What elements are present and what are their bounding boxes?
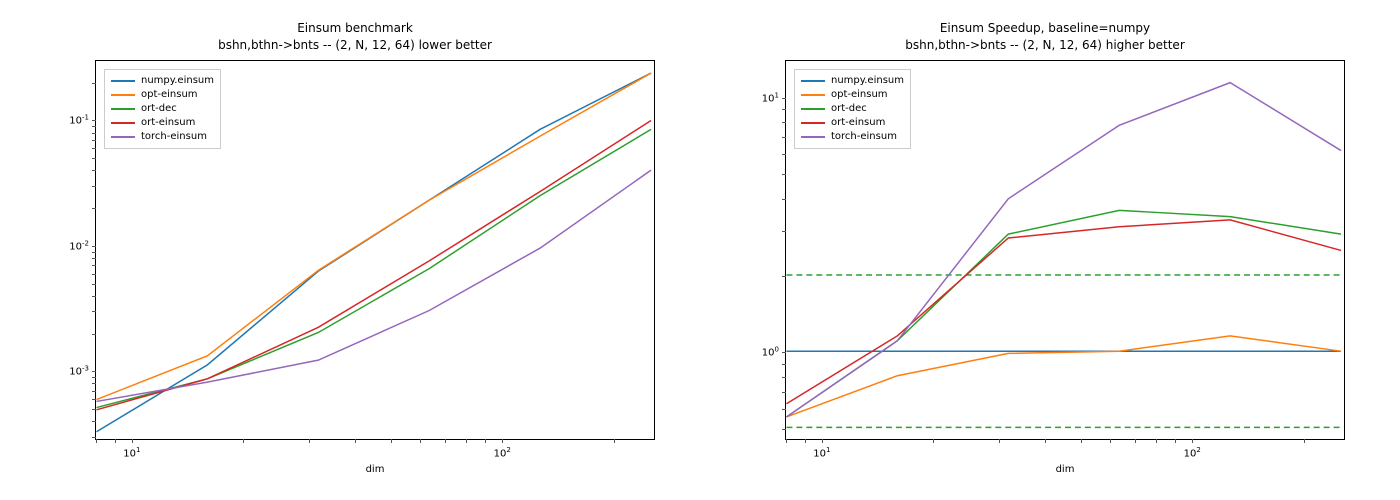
xtick-label: 101 <box>123 446 140 459</box>
plot-area-right: numpy.einsum opt-einsum ort-dec ort-einsum t… <box>785 60 1345 440</box>
legend-item: ort-dec <box>801 102 904 116</box>
chart-title-left: Einsum benchmarkbshn,bthn->bnts -- (2, N… <box>25 20 685 54</box>
legend-label: torch-einsum <box>831 131 897 142</box>
legend-swatch <box>111 94 135 96</box>
legend-swatch <box>111 80 135 82</box>
legend-label: opt-einsum <box>141 89 198 100</box>
ytick-label: 101 <box>762 91 779 104</box>
legend-swatch <box>111 122 135 124</box>
legend-swatch <box>111 136 135 138</box>
chart-benchmark: Einsum benchmarkbshn,bthn->bnts -- (2, N… <box>25 20 685 480</box>
legend-label: torch-einsum <box>141 131 207 142</box>
legend-swatch <box>801 108 825 110</box>
plot-area-left: numpy.einsum opt-einsum ort-dec ort-einsum t… <box>95 60 655 440</box>
legend-right: numpy.einsum opt-einsum ort-dec ort-einsum t… <box>794 69 911 149</box>
legend-swatch <box>111 108 135 110</box>
legend-item: torch-einsum <box>111 130 214 144</box>
ytick-label: 100 <box>762 346 779 359</box>
legend-item: ort-einsum <box>801 116 904 130</box>
legend-left: numpy.einsum opt-einsum ort-dec ort-einsum t… <box>104 69 221 149</box>
legend-label: ort-einsum <box>831 117 885 128</box>
xlabel-left: dim <box>95 464 655 475</box>
chart-title-right: Einsum Speedup, baseline=numpybshn,bthn-… <box>715 20 1375 54</box>
legend-label: numpy.einsum <box>141 75 214 86</box>
legend-swatch <box>801 122 825 124</box>
legend-item: opt-einsum <box>801 88 904 102</box>
legend-label: ort-dec <box>831 103 867 114</box>
legend-swatch <box>801 94 825 96</box>
legend-item: numpy.einsum <box>111 74 214 88</box>
legend-swatch <box>801 136 825 138</box>
xtick-label: 101 <box>813 446 830 459</box>
ytick-label: 10-1 <box>69 114 89 127</box>
legend-swatch <box>801 80 825 82</box>
legend-item: numpy.einsum <box>801 74 904 88</box>
xlabel-right: dim <box>785 464 1345 475</box>
chart-speedup: Einsum Speedup, baseline=numpybshn,bthn-… <box>715 20 1375 480</box>
xtick-label: 102 <box>1184 446 1201 459</box>
ytick-label: 10-3 <box>69 365 89 378</box>
legend-label: opt-einsum <box>831 89 888 100</box>
xtick-label: 102 <box>494 446 511 459</box>
series-line <box>786 220 1341 404</box>
legend-label: ort-einsum <box>141 117 195 128</box>
legend-item: ort-einsum <box>111 116 214 130</box>
series-line <box>786 335 1341 416</box>
legend-label: ort-dec <box>141 103 177 114</box>
legend-item: ort-dec <box>111 102 214 116</box>
series-line <box>96 129 651 407</box>
legend-item: torch-einsum <box>801 130 904 144</box>
ytick-label: 10-2 <box>69 239 89 252</box>
legend-item: opt-einsum <box>111 88 214 102</box>
legend-label: numpy.einsum <box>831 75 904 86</box>
